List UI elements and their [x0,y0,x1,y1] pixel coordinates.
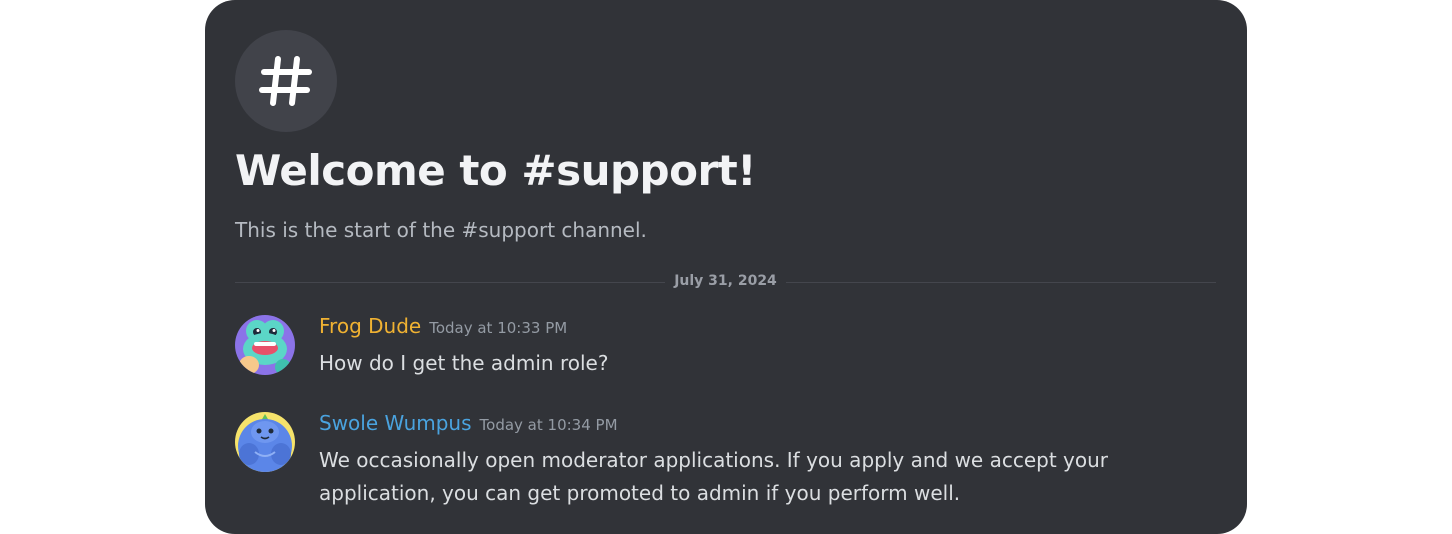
message-author[interactable]: Frog Dude [319,314,421,338]
channel-welcome-title: Welcome to #support! [235,146,756,195]
message-timestamp: Today at 10:33 PM [429,319,568,337]
message-header: Swole Wumpus Today at 10:34 PM [319,411,618,435]
channel-welcome-subtitle: This is the start of the #support channe… [235,218,647,242]
divider-line-right [786,282,1216,283]
date-divider: July 31, 2024 [235,272,1216,292]
message-timestamp: Today at 10:34 PM [479,416,618,434]
wumpus-avatar[interactable] [235,412,295,472]
message-content: How do I get the admin role? [319,351,609,375]
hash-icon [259,56,312,106]
chat-panel: Welcome to #support! This is the start o… [205,0,1247,534]
message-content: We occasionally open moderator applicati… [319,448,1109,505]
channel-icon-circle [235,30,337,132]
message-header: Frog Dude Today at 10:33 PM [319,314,567,338]
divider-line-left [235,282,665,283]
frog-avatar[interactable] [235,315,295,375]
message-author[interactable]: Swole Wumpus [319,411,472,435]
date-divider-label: July 31, 2024 [674,273,777,289]
